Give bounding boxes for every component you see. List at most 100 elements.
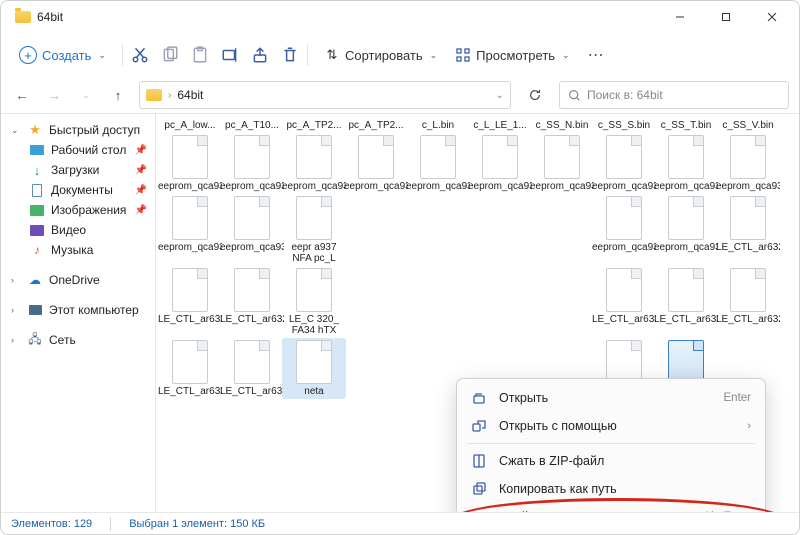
file-item[interactable]: eeprom_qca9377_1p1_NFA435_olpc_LE_8.bin	[160, 196, 220, 264]
file-icon	[544, 135, 580, 179]
file-item[interactable]: eeprom_qca9377_1p1_NFA435_olpc_LE_3.bin	[470, 135, 530, 192]
search-placeholder: Поиск в: 64bit	[587, 88, 663, 102]
refresh-button[interactable]	[521, 81, 549, 109]
back-button[interactable]: ←	[11, 87, 33, 103]
file-item[interactable]: LE_CTL_ar6320_3p0_NFA344a_highTX_K.bin	[718, 268, 778, 336]
sidebar-item-network[interactable]: ›🖧Сеть	[1, 330, 155, 350]
view-label: Просмотреть	[476, 48, 555, 63]
address-bar[interactable]: › 64bit ⌄	[139, 81, 511, 109]
folder-icon	[15, 11, 31, 23]
ctx-properties[interactable]: СвойстваAlt+Enter	[457, 503, 765, 512]
sidebar-item-video[interactable]: Видео	[1, 220, 155, 240]
new-button[interactable]: + Создать ⌄	[11, 41, 114, 69]
file-name: pc_A_low...	[164, 120, 215, 131]
file-item[interactable]: c_SS_T.bin	[656, 120, 716, 131]
file-item[interactable]: eeprom_qca9377_1p1_NFA435_olpc_LE_1.bin	[346, 135, 406, 192]
minimize-button[interactable]	[657, 1, 703, 33]
file-item[interactable]: pc_A_low...	[160, 120, 220, 131]
chevron-down-icon[interactable]: ⌄	[496, 90, 504, 101]
file-item[interactable]: LE_CTL_ar6320_3p0_NFA344a_highTX_A.bin	[718, 196, 778, 264]
delete-icon[interactable]	[281, 46, 299, 64]
file-item[interactable]: eeprom_qca9377_1p1_NFA435_olpc.bin	[160, 135, 220, 192]
file-icon	[420, 135, 456, 179]
ctx-zip[interactable]: Сжать в ZIP-файл	[457, 447, 765, 475]
file-item[interactable]: pc_A_TP2...	[284, 120, 344, 131]
file-item[interactable]: eeprom_qca9377_1p1_NFA435_olpc_LE_4.bin	[532, 135, 592, 192]
up-button[interactable]: ↑	[107, 88, 129, 103]
file-icon	[606, 135, 642, 179]
recent-chevron[interactable]: ⌄	[75, 90, 97, 101]
file-item[interactable]: LE_CTL_ar6320_3p0_NFA344a_highTX_M.bin	[222, 340, 282, 397]
file-name: eeprom_qca9377_1p1_NFA435_olpc_LE_5.bin	[592, 181, 656, 192]
file-item[interactable]: pc_A_TP2...	[346, 120, 406, 131]
file-item[interactable]: c_L.bin	[408, 120, 468, 131]
file-item[interactable]: eeprom_qca9377_1p1_NFA435_olpc_A_TP4.bin	[284, 135, 344, 192]
selection-info: Выбран 1 элемент: 150 КБ	[129, 518, 265, 530]
file-item[interactable]: c_SS_V.bin	[718, 120, 778, 131]
file-item[interactable]: LE_CTL_ar6320_3p0_NFA344a_highTX_J.bin	[656, 268, 716, 336]
sidebar-item-pictures[interactable]: Изображения📌	[1, 200, 155, 220]
pin-icon: 📌	[135, 165, 147, 176]
file-item[interactable]: eepr a937 NFA pc_L	[284, 196, 344, 264]
file-name: eeprom_qca9377_1p1_NFA435_olpc_LE_15...	[592, 242, 656, 253]
search-input[interactable]: Поиск в: 64bit	[559, 81, 789, 109]
file-name: LE_CTL_ar6320_3p0_NFA344a_highTX_J.bin	[654, 314, 718, 325]
breadcrumb[interactable]: 64bit	[177, 88, 203, 102]
sort-button[interactable]: ⇅ Сортировать ⌄	[316, 42, 445, 68]
pin-icon: 📌	[135, 205, 147, 216]
file-name: LE_CTL_ar6320_3p0_NFA344a_highTX_M.bin	[220, 386, 284, 397]
file-item[interactable]: eeprom_qca9377_1p1_NFA435_olpc_LE_2.bin	[408, 135, 468, 192]
file-name: eeprom_qca9377_1p1_NFA435_olpc_LE_16...	[654, 242, 718, 253]
sidebar-item-onedrive[interactable]: ›☁OneDrive	[1, 270, 155, 290]
sidebar-item-quick[interactable]: ⌄★Быстрый доступ	[1, 120, 155, 140]
file-item[interactable]: eeprom_qca9377_1p1_NFA435_olpc_LE_5.bin	[594, 135, 654, 192]
sidebar-item-downloads[interactable]: ↓Загрузки📌	[1, 160, 155, 180]
rename-icon[interactable]	[221, 46, 239, 64]
file-item[interactable]: c_SS_S.bin	[594, 120, 654, 131]
ctx-openwith[interactable]: Открыть с помощью›	[457, 412, 765, 440]
file-name: eeprom_qca9377_1p1_NFA435_olpc_LE_1.bin	[344, 181, 408, 192]
file-item[interactable]: eeprom_qca9377_1p1_NFA435_olpc_LE_7.bin	[718, 135, 778, 192]
file-item[interactable]: c_L_LE_1...	[470, 120, 530, 131]
file-item[interactable]: LE_CTL_ar6320_3p0_NFA344a_highTX_I.bin	[594, 268, 654, 336]
share-icon[interactable]	[251, 46, 269, 64]
file-name: neta	[304, 386, 323, 397]
new-label: Создать	[42, 48, 91, 63]
copy-icon[interactable]	[161, 46, 179, 64]
forward-button[interactable]: →	[43, 87, 65, 103]
file-item[interactable]: eeprom_qca9377_1p1_NFA435_olpc_A.bin	[222, 135, 282, 192]
file-icon	[296, 196, 332, 240]
file-item[interactable]: eeprom_qca9377_1p1_NFA435_olpc_LE_6.bin	[656, 135, 716, 192]
ctx-copypath[interactable]: Копировать как путь	[457, 475, 765, 503]
file-item[interactable]: LE_C 320_ FA34 hTX	[284, 268, 344, 336]
file-item[interactable]: pc_A_T10...	[222, 120, 282, 131]
ctx-open[interactable]: ОткрытьEnter	[457, 384, 765, 412]
more-button[interactable]: ⋯	[580, 40, 614, 70]
file-item[interactable]: LE_CTL_ar6320_3p0_NFA344a_highTX_L.bin	[160, 340, 220, 397]
view-button[interactable]: Просмотреть ⌄	[447, 42, 577, 68]
cut-icon[interactable]	[131, 46, 149, 64]
file-icon	[730, 135, 766, 179]
file-item[interactable]: LE_CTL_ar6320_3p0_NFA344a_highTX_C.bin	[222, 268, 282, 336]
file-name: pc_A_TP2...	[348, 120, 403, 131]
sidebar-item-documents[interactable]: Документы📌	[1, 180, 155, 200]
file-icon	[172, 268, 208, 312]
file-icon	[172, 135, 208, 179]
file-name: eepr a937 NFA pc_L	[284, 242, 344, 264]
file-item[interactable]: eeprom_qca9377_1p1_NFA435_olpc_LE_15...	[594, 196, 654, 264]
file-grid[interactable]: pc_A_low...pc_A_T10...pc_A_TP2...pc_A_TP…	[156, 114, 799, 512]
sidebar-item-desktop[interactable]: Рабочий стол📌	[1, 140, 155, 160]
file-item[interactable]: eeprom_qca9377_1p1_NFA435_olpc_LE_16...	[656, 196, 716, 264]
close-button[interactable]	[749, 1, 795, 33]
file-item[interactable]: LE_CTL_ar6320_3p0_NFA344a_highTX_B.bin	[160, 268, 220, 336]
file-item[interactable]: neta	[282, 338, 346, 399]
file-item[interactable]: eeprom_qca9377_1p1_NFA435_olpc_LE_9.bin	[222, 196, 282, 264]
sidebar-item-thispc[interactable]: ›Этот компьютер	[1, 300, 155, 320]
maximize-button[interactable]	[703, 1, 749, 33]
file-icon	[234, 135, 270, 179]
sidebar-item-music[interactable]: ♪Музыка	[1, 240, 155, 260]
paste-icon[interactable]	[191, 46, 209, 64]
file-name: c_SS_N.bin	[536, 120, 589, 131]
file-icon	[172, 196, 208, 240]
file-item[interactable]: c_SS_N.bin	[532, 120, 592, 131]
